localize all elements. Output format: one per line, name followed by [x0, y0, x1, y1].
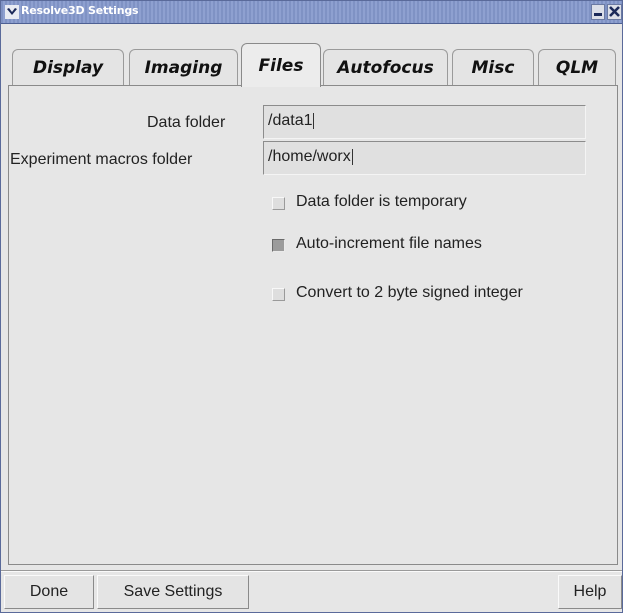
close-button[interactable]: [607, 4, 622, 20]
tab-qlm[interactable]: QLM: [538, 49, 616, 85]
settings-window: Resolve3D Settings Display Imaging Files…: [0, 0, 623, 613]
convert-integer-checkbox[interactable]: [272, 288, 285, 301]
save-settings-button[interactable]: Save Settings: [97, 575, 249, 609]
temporary-checkbox-label[interactable]: Data folder is temporary: [296, 193, 467, 211]
data-folder-input[interactable]: /data1: [263, 105, 586, 139]
done-button[interactable]: Done: [4, 575, 94, 609]
help-button[interactable]: Help: [558, 575, 622, 609]
minimize-icon: [594, 13, 602, 16]
title-bar[interactable]: Resolve3D Settings: [1, 1, 622, 24]
text-cursor: [351, 148, 353, 165]
auto-increment-checkbox-label[interactable]: Auto-increment file names: [296, 235, 482, 253]
tab-imaging[interactable]: Imaging: [129, 49, 238, 85]
chevron-down-icon[interactable]: [5, 5, 19, 19]
window-title: Resolve3D Settings: [21, 4, 139, 17]
tab-display[interactable]: Display: [12, 49, 124, 85]
tab-misc[interactable]: Misc: [452, 49, 534, 85]
data-folder-value: /data1: [268, 112, 313, 129]
macros-folder-label: Experiment macros folder: [10, 151, 193, 168]
tab-files[interactable]: Files: [241, 43, 321, 87]
data-folder-label: Data folder: [147, 114, 226, 131]
text-cursor: [313, 112, 315, 129]
macros-folder-value: /home/worx: [268, 148, 351, 165]
tab-autofocus[interactable]: Autofocus: [323, 49, 448, 85]
close-icon: [609, 6, 620, 17]
auto-increment-checkbox[interactable]: [272, 239, 285, 252]
temporary-checkbox[interactable]: [272, 197, 285, 210]
convert-integer-checkbox-label[interactable]: Convert to 2 byte signed integer: [296, 284, 523, 302]
macros-folder-input[interactable]: /home/worx: [263, 141, 586, 175]
minimize-button[interactable]: [591, 4, 605, 20]
footer-divider: [1, 570, 622, 572]
